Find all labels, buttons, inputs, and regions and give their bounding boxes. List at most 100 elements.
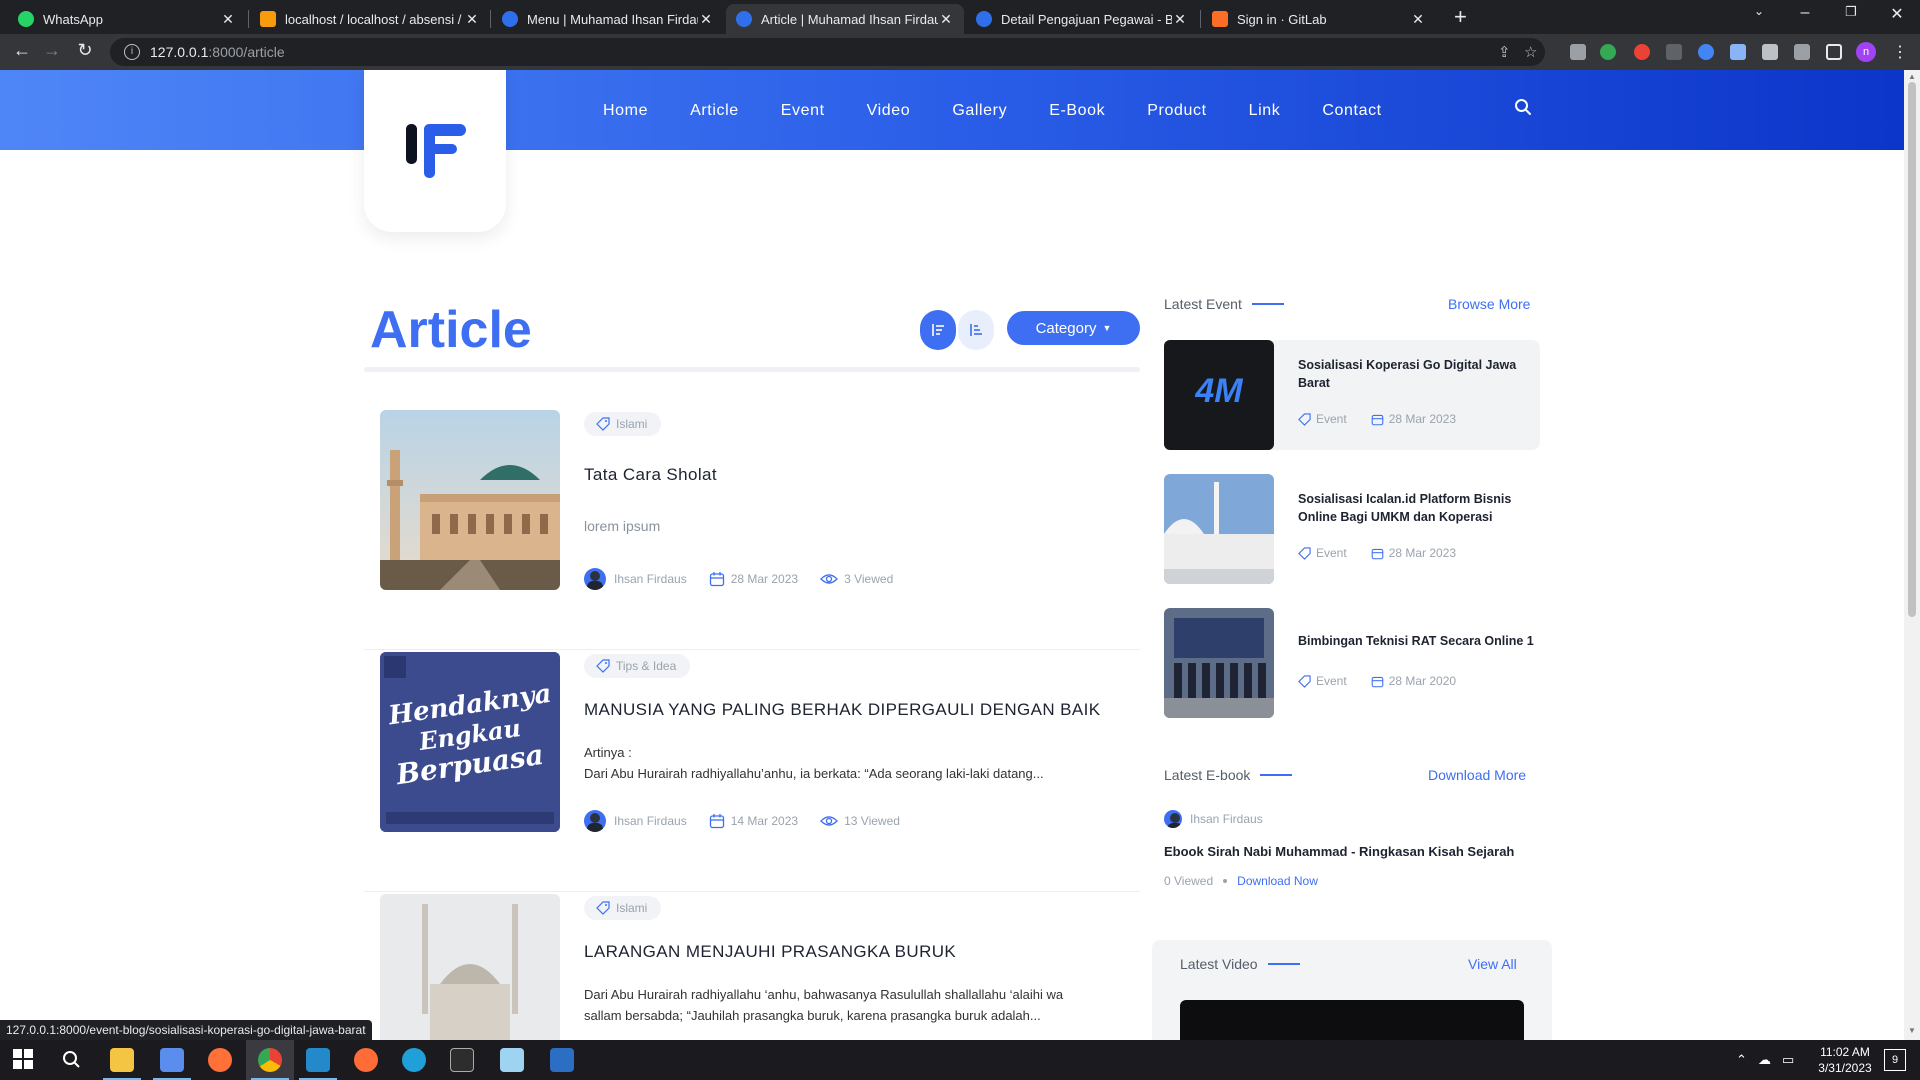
- article-title[interactable]: Tata Cara Sholat: [584, 465, 717, 485]
- extension-icon[interactable]: [1570, 44, 1586, 60]
- browser-tab-whatsapp[interactable]: WhatsApp ✕: [8, 4, 246, 34]
- chrome-icon[interactable]: [258, 1048, 282, 1072]
- nav-video[interactable]: Video: [867, 102, 911, 120]
- new-tab-button[interactable]: +: [1454, 4, 1467, 30]
- article-thumbnail[interactable]: [380, 894, 560, 1040]
- system-clock[interactable]: 11:02 AM 3/31/2023: [1810, 1044, 1880, 1076]
- vscode-icon[interactable]: [306, 1048, 330, 1072]
- category-tag[interactable]: Islami: [584, 896, 662, 920]
- firefox-icon[interactable]: [208, 1048, 232, 1072]
- sort-descending-button[interactable]: [958, 310, 994, 350]
- forward-arrow-icon[interactable]: →: [40, 40, 64, 61]
- article-item[interactable]: Islami Tata Cara Sholat lorem ipsum Ihsa…: [364, 410, 1140, 650]
- nav-ebook[interactable]: E-Book: [1049, 102, 1105, 120]
- edge-icon[interactable]: [402, 1048, 426, 1072]
- event-title[interactable]: Bimbingan Teknisi RAT Secara Online 1: [1298, 632, 1538, 650]
- event-thumbnail[interactable]: [1164, 474, 1274, 584]
- notification-center-icon[interactable]: 9: [1884, 1049, 1906, 1071]
- restore-button[interactable]: ❐: [1836, 4, 1866, 20]
- page-scrollbar[interactable]: ▲ ▼: [1904, 70, 1920, 1040]
- reload-icon[interactable]: ↻: [73, 40, 97, 61]
- tab-search-icon[interactable]: ⌄: [1744, 4, 1774, 18]
- article-item[interactable]: Hendaknya Engkau Berpuasa Tips & Idea MA…: [364, 652, 1140, 892]
- network-icon[interactable]: ▭: [1782, 1052, 1794, 1068]
- tray-chevron-icon[interactable]: ⌃: [1736, 1052, 1747, 1068]
- puzzle-extensions-icon[interactable]: [1794, 44, 1810, 60]
- tab-title: WhatsApp: [43, 11, 103, 27]
- site-logo[interactable]: [364, 70, 506, 232]
- close-tab-icon[interactable]: ✕: [220, 11, 236, 28]
- event-item[interactable]: Sosialisasi Icalan.id Platform Bisnis On…: [1164, 474, 1540, 584]
- search-icon[interactable]: [1514, 98, 1532, 121]
- network-app-icon[interactable]: [160, 1048, 184, 1072]
- sort-ascending-button[interactable]: [920, 310, 956, 350]
- download-now-link[interactable]: Download Now: [1237, 874, 1318, 888]
- ebook-title[interactable]: Ebook Sirah Nabi Muhammad - Ringkasan Ki…: [1164, 844, 1514, 859]
- nav-link[interactable]: Link: [1249, 102, 1281, 120]
- close-tab-icon[interactable]: ✕: [938, 11, 954, 28]
- event-item[interactable]: Bimbingan Teknisi RAT Secara Online 1 Ev…: [1164, 608, 1540, 718]
- scrollbar-thumb[interactable]: [1908, 82, 1916, 617]
- extension-icon[interactable]: [1762, 44, 1778, 60]
- article-excerpt: Dari Abu Hurairah radhiyallahu ‘anhu, ba…: [584, 987, 1064, 1023]
- close-tab-icon[interactable]: ✕: [1410, 11, 1426, 28]
- windows-start-icon[interactable]: [12, 1048, 36, 1072]
- browser-tab-article[interactable]: Article | Muhamad Ihsan Firdaus ✕: [726, 4, 964, 34]
- event-title[interactable]: Sosialisasi Koperasi Go Digital Jawa Bar…: [1298, 356, 1528, 392]
- share-icon[interactable]: ⇪: [1498, 43, 1511, 61]
- event-item[interactable]: 4M Sosialisasi Koperasi Go Digital Jawa …: [1164, 340, 1540, 450]
- side-panel-icon[interactable]: [1826, 44, 1842, 60]
- profile-avatar[interactable]: n: [1856, 42, 1876, 62]
- article-item[interactable]: Islami LARANGAN MENJAUHI PRASANGKA BURUK…: [364, 894, 1140, 1040]
- close-tab-icon[interactable]: ✕: [698, 11, 714, 28]
- nav-event[interactable]: Event: [781, 102, 825, 120]
- search-icon[interactable]: [60, 1048, 84, 1072]
- address-bar[interactable]: i 127.0.0.1 :8000/article ⇪ ☆: [110, 38, 1545, 66]
- event-thumbnail[interactable]: 4M: [1164, 340, 1274, 450]
- nav-home[interactable]: Home: [603, 102, 648, 120]
- extension-icon[interactable]: [1666, 44, 1682, 60]
- category-tag[interactable]: Islami: [584, 412, 662, 436]
- terminal-icon[interactable]: [450, 1048, 474, 1072]
- browse-more-link[interactable]: Browse More: [1448, 296, 1530, 312]
- close-tab-icon[interactable]: ✕: [464, 11, 480, 28]
- extension-icon[interactable]: [1730, 44, 1746, 60]
- article-thumbnail[interactable]: Hendaknya Engkau Berpuasa: [380, 652, 560, 832]
- article-thumbnail[interactable]: [380, 410, 560, 590]
- file-explorer-icon[interactable]: [110, 1048, 134, 1072]
- event-thumbnail[interactable]: [1164, 608, 1274, 718]
- video-player[interactable]: [1180, 1000, 1524, 1040]
- postman-icon[interactable]: [354, 1048, 378, 1072]
- browser-menu-icon[interactable]: ⋮: [1892, 42, 1908, 62]
- close-window-button[interactable]: ✕: [1882, 4, 1912, 24]
- browser-tab-phpmyadmin[interactable]: localhost / localhost / absensi / p ✕: [250, 4, 490, 34]
- event-title[interactable]: Sosialisasi Icalan.id Platform Bisnis On…: [1298, 490, 1528, 526]
- nav-product[interactable]: Product: [1147, 102, 1206, 120]
- onedrive-icon[interactable]: ☁: [1758, 1052, 1771, 1068]
- nav-contact[interactable]: Contact: [1322, 102, 1381, 120]
- url-path: :8000/article: [208, 44, 285, 60]
- minimize-button[interactable]: –: [1790, 4, 1820, 22]
- extension-icon[interactable]: [1600, 44, 1616, 60]
- site-info-icon[interactable]: i: [124, 44, 140, 60]
- article-title[interactable]: MANUSIA YANG PALING BERHAK DIPERGAULI DE…: [584, 700, 1101, 720]
- article-title[interactable]: LARANGAN MENJAUHI PRASANGKA BURUK: [584, 942, 956, 962]
- browser-tab-menu[interactable]: Menu | Muhamad Ihsan Firdaus ✕: [492, 4, 724, 34]
- notes-app-icon[interactable]: [500, 1048, 524, 1072]
- view-all-link[interactable]: View All: [1468, 956, 1517, 972]
- bookmark-star-icon[interactable]: ☆: [1524, 43, 1537, 61]
- browser-tab-detail-pengajuan[interactable]: Detail Pengajuan Pegawai - Base ✕: [966, 4, 1198, 34]
- back-arrow-icon[interactable]: ←: [10, 40, 34, 61]
- category-dropdown-button[interactable]: Category ▼: [1007, 311, 1140, 345]
- photos-app-icon[interactable]: [550, 1048, 574, 1072]
- extension-icon[interactable]: [1634, 44, 1650, 60]
- category-tag[interactable]: Tips & Idea: [584, 654, 691, 678]
- extension-icon[interactable]: [1698, 44, 1714, 60]
- nav-gallery[interactable]: Gallery: [952, 102, 1007, 120]
- download-more-link[interactable]: Download More: [1428, 767, 1526, 783]
- close-tab-icon[interactable]: ✕: [1172, 11, 1188, 28]
- mosque-image: [380, 410, 560, 590]
- nav-article[interactable]: Article: [690, 102, 739, 120]
- if-logo-icon: [406, 124, 466, 178]
- browser-tab-gitlab[interactable]: Sign in · GitLab ✕: [1202, 4, 1436, 34]
